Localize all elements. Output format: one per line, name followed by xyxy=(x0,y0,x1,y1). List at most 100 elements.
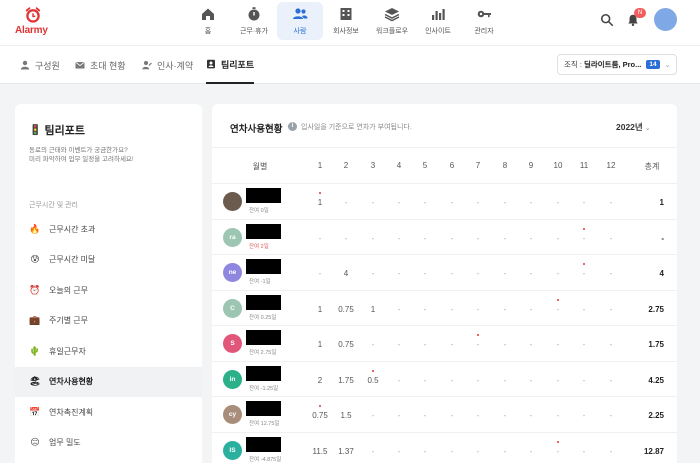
usage-marker-dot xyxy=(477,334,479,336)
month-cell: 11.5 xyxy=(312,446,328,456)
table-row[interactable]: cy 잔여 12.75일 0.75 1.5 - - - - - - - - - - 2.25 xyxy=(212,397,677,433)
panel-title-text: 팀리포트 xyxy=(44,125,85,137)
month-cell: - xyxy=(397,340,401,349)
member-avatar[interactable]: S xyxy=(223,334,242,353)
month-cell: - xyxy=(503,411,507,420)
section-label: 근무시간 및 관리 xyxy=(29,202,78,209)
nav-label: 사람 xyxy=(293,28,307,35)
menu-item-undertime[interactable]: 😰 근무시간 미달 xyxy=(15,245,202,275)
logo-text: Alarmy xyxy=(15,25,48,36)
menu-item-leave-promotion[interactable]: 📅 연차촉진계획 xyxy=(15,397,202,427)
month-cell: 1 xyxy=(317,198,323,207)
month-cell: - xyxy=(371,340,375,349)
tab-invitations[interactable]: 초대 현황 xyxy=(75,46,126,84)
month-cell: - xyxy=(529,269,533,278)
month-cell: - xyxy=(582,304,586,314)
menu-item-leave-usage[interactable]: 🏖 연차사용현황 xyxy=(15,366,202,397)
month-cell: - xyxy=(556,198,560,207)
table-row[interactable]: in 잔여 -1.25일 2 1.75 0.5 - - - - - - - - - 4.25 xyxy=(212,362,677,397)
chevron-down-icon: ⌄ xyxy=(644,125,651,132)
tab-hr-contract[interactable]: 인사·계약 xyxy=(142,46,193,84)
menu-item-work-density[interactable]: 😑 업무 밀도 xyxy=(15,428,202,458)
month-cell: 1 xyxy=(317,340,323,349)
month-cell: - xyxy=(450,375,454,385)
search-icon[interactable] xyxy=(600,13,614,27)
nav-insight[interactable]: 인사이트 xyxy=(415,2,461,40)
month-column-header: 4 xyxy=(396,161,402,170)
menu-emoji-icon: 😰 xyxy=(30,254,40,264)
menu-item-label: 근무시간 미달 xyxy=(49,255,96,264)
member-avatar[interactable]: in xyxy=(223,369,242,389)
alarmy-logo[interactable]: Alarmy xyxy=(15,6,55,40)
panel-description: 동료의 근태와 이벤트가 궁금한가요? 미리 파악하여 업무 일정을 고려하세요… xyxy=(29,146,194,164)
menu-item-periodic-work[interactable]: 💼 주기별 근무 xyxy=(15,306,202,336)
menu-emoji-icon: 📅 xyxy=(29,406,41,417)
remaining-leave-text: 잔여 0.25일 xyxy=(249,314,277,321)
home-icon xyxy=(202,8,214,20)
tab-label: 초대 현황 xyxy=(90,60,126,71)
month-cell: - xyxy=(397,269,401,278)
menu-emoji-icon: 😑 xyxy=(30,437,40,447)
month-cell: - xyxy=(503,233,507,243)
month-cell: - xyxy=(476,304,480,314)
nav-work-leave[interactable]: 근무·휴가 xyxy=(231,2,277,40)
total-cell: 2.75 xyxy=(648,304,664,314)
key-icon xyxy=(477,10,491,18)
table-row[interactable]: S 잔여 2.75일 1 0.75 - - - - - - - - - - 1.75 xyxy=(212,326,677,362)
month-column-header: 6 xyxy=(449,161,455,170)
month-cell: - xyxy=(397,304,401,314)
member-avatar[interactable]: C xyxy=(223,298,242,318)
month-cell: - xyxy=(503,340,507,349)
table-row[interactable]: C 잔여 0.25일 1 0.75 1 - - - - - - - - - 2.75 xyxy=(212,291,677,326)
month-cell: 2 xyxy=(317,375,323,385)
member-avatar[interactable]: cy xyxy=(223,405,242,424)
alarm-clock-icon xyxy=(25,7,41,23)
nav-label: 회사정보 xyxy=(333,28,359,35)
table-row[interactable]: ne 잔여 -1일 - 4 - - - - - - - - - - 4 xyxy=(212,255,677,291)
member-avatar[interactable]: ne xyxy=(223,263,242,282)
member-avatar[interactable] xyxy=(223,192,242,211)
month-cell: - xyxy=(503,446,507,456)
organization-select[interactable]: 조직 : 딜라이트룸, Pro... 14 ⌄ xyxy=(557,54,677,75)
tab-members[interactable]: 구성원 xyxy=(20,46,60,84)
total-cell: - xyxy=(661,233,664,243)
month-cell: - xyxy=(503,375,507,385)
panel-description-line: 동료의 근태와 이벤트가 궁금한가요? xyxy=(29,147,128,154)
month-cell: - xyxy=(503,304,507,314)
member-avatar[interactable]: ra xyxy=(223,227,242,247)
total-cell: 2.25 xyxy=(648,411,664,420)
member-name-redacted xyxy=(246,330,281,345)
user-avatar[interactable] xyxy=(654,8,677,31)
table-row[interactable]: 잔여 0일 1 - - - - - - - - - - - 1 xyxy=(212,184,677,220)
month-cell: - xyxy=(556,340,560,349)
month-cell: - xyxy=(450,446,454,456)
nav-label: 워크플로우 xyxy=(375,28,409,35)
menu-item-label: 연차사용현황 xyxy=(49,377,94,386)
month-cell: - xyxy=(423,375,427,385)
tab-team-report[interactable]: 팀리포트 xyxy=(206,46,255,84)
month-cell: 0.75 xyxy=(338,340,354,349)
menu-item-holiday-workers[interactable]: 🌵 휴일근무자 xyxy=(15,336,202,366)
notification-badge: N xyxy=(634,8,646,18)
month-cell: - xyxy=(318,269,322,278)
table-header: 월별 1 2 3 4 5 6 7 8 9 10 11 12 총계 xyxy=(212,148,677,184)
nav-home[interactable]: 홈 xyxy=(185,2,231,40)
table-row[interactable]: ra 잔여 2일 - - - - - - - - - - - - - xyxy=(212,220,677,255)
people-icon xyxy=(293,8,308,19)
month-cell: - xyxy=(450,198,454,207)
info-icon[interactable]: i xyxy=(288,122,297,131)
nav-admin[interactable]: 관리자 xyxy=(461,2,507,40)
menu-item-label: 업무 밀도 xyxy=(49,438,81,447)
person-edit-icon xyxy=(142,61,152,70)
month-cell: - xyxy=(371,233,375,243)
member-avatar[interactable]: IS xyxy=(223,440,242,460)
nav-workflow[interactable]: 워크플로우 xyxy=(369,2,415,40)
nav-people[interactable]: 사람 xyxy=(277,2,323,40)
table-row[interactable]: IS 잔여 -4.875일 11.5 1.37 - - - - - - - - - - 12.87 xyxy=(212,433,677,463)
tab-label: 팀리포트 xyxy=(221,59,255,70)
year-dropdown[interactable]: 2022년 ⌄ xyxy=(616,121,651,133)
menu-item-today-work[interactable]: ⏰ 오늘의 근무 xyxy=(15,275,202,305)
usage-marker-dot xyxy=(583,263,585,265)
menu-item-overtime[interactable]: 🔥 근무시간 초과 xyxy=(15,214,202,244)
nav-company-info[interactable]: 회사정보 xyxy=(323,2,369,40)
